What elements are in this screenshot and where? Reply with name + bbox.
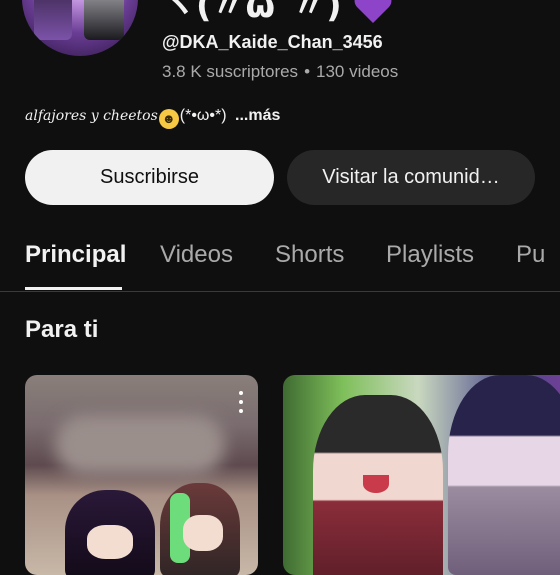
video-card[interactable]: [25, 375, 258, 575]
thumbnail-mouth: [363, 475, 389, 493]
tab-shorts[interactable]: Shorts: [275, 241, 344, 269]
channel-stats: 3.8 K suscriptores • 130 videos: [162, 62, 398, 82]
thumbnail-face-right: [183, 515, 223, 551]
visit-community-button[interactable]: Visitar la comunid…: [287, 150, 535, 205]
active-tab-indicator: [25, 287, 122, 290]
channel-description[interactable]: alfajores y cheetos ☻ (*•ω•*) ...más: [25, 107, 280, 129]
channel-name: ヽ(〃ω´〃): [162, 0, 393, 27]
tab-posts[interactable]: Pu: [516, 241, 545, 269]
subscriber-count: 3.8 K suscriptores: [162, 62, 299, 81]
channel-name-text: ヽ(〃ω´〃): [162, 0, 342, 26]
tab-videos[interactable]: Videos: [160, 241, 233, 269]
thumbnail-character-right: [448, 375, 560, 575]
thumbnail-face-left: [87, 525, 133, 559]
section-title: Para ti: [25, 316, 99, 343]
thumbnail-blur-area: [55, 415, 225, 475]
video-card[interactable]: [283, 375, 560, 575]
tab-playlists[interactable]: Playlists: [386, 241, 474, 269]
more-link[interactable]: ...más: [235, 107, 280, 124]
channel-handle: @DKA_Kaide_Chan_3456: [162, 32, 383, 52]
more-vertical-icon[interactable]: [238, 391, 244, 413]
purple-heart-icon: [355, 0, 392, 23]
avatar-figure-right: [84, 0, 124, 40]
tab-principal[interactable]: Principal: [25, 241, 126, 269]
channel-tabs: Principal Videos Shorts Playlists Pu: [0, 235, 560, 292]
description-kaomoji: (*•ω•*): [179, 107, 227, 124]
channel-avatar[interactable]: [22, 0, 138, 56]
subscribe-button[interactable]: Suscribirse: [25, 150, 274, 205]
stats-separator: •: [304, 62, 311, 81]
video-count: 130 videos: [316, 62, 399, 81]
description-text: alfajores y cheetos: [25, 108, 158, 124]
smile-emoji-icon: ☻: [158, 109, 179, 129]
tabs-divider: [0, 291, 560, 292]
avatar-figure-left: [34, 0, 72, 40]
